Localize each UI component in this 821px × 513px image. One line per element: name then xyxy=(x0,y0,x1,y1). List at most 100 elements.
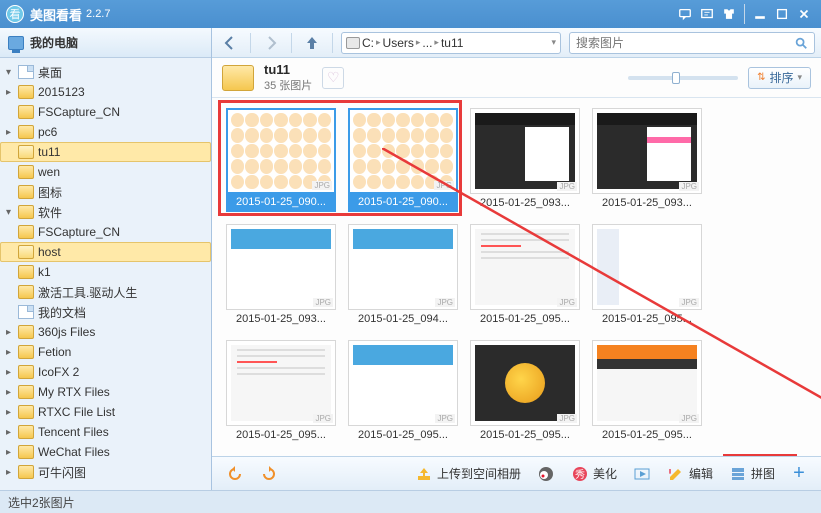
thumb-frame[interactable]: JPG xyxy=(592,340,702,426)
tree-node[interactable]: ▸My RTX Files xyxy=(0,382,211,402)
breadcrumb[interactable]: C:▸ Users▸ ...▸ tu11 ▾ xyxy=(341,32,561,54)
info-bar: tu11 35 张图片 ♡ ⇅ 排序 ▾ xyxy=(212,58,821,98)
back-button[interactable] xyxy=(218,32,242,54)
tree-node[interactable]: k1 xyxy=(0,262,211,282)
thumbnail[interactable]: JPG2015-01-25_094... xyxy=(348,224,458,328)
crumb-users[interactable]: Users xyxy=(383,36,414,50)
crumb-current[interactable]: tu11 xyxy=(441,36,463,50)
thumbnail[interactable]: JPG2015-01-25_090... xyxy=(226,108,336,212)
zoom-slider[interactable] xyxy=(628,76,738,80)
thumbnail[interactable]: JPG2015-01-25_095... xyxy=(592,340,702,444)
thumbnail[interactable]: JPG2015-01-25_095... xyxy=(348,340,458,444)
weibo-button[interactable] xyxy=(533,462,559,486)
thumb-frame[interactable]: JPG xyxy=(470,108,580,194)
edit-button[interactable]: 编辑 xyxy=(663,462,717,486)
tree-node[interactable]: ▸pc6 xyxy=(0,122,211,142)
crumb-dropdown-icon[interactable]: ▾ xyxy=(551,37,556,48)
thumb-frame[interactable]: JPG xyxy=(470,340,580,426)
expand-icon[interactable]: ▸ xyxy=(6,87,18,98)
thumbnail[interactable]: JPG2015-01-25_093... xyxy=(592,108,702,212)
thumb-frame[interactable]: JPG xyxy=(226,108,336,194)
add-button[interactable]: + xyxy=(787,462,811,486)
thumb-frame[interactable]: JPG xyxy=(348,224,458,310)
crumb-drive[interactable]: C: xyxy=(362,36,374,50)
expand-icon[interactable]: ▸ xyxy=(6,127,18,138)
tree-node[interactable]: ▾软件 xyxy=(0,202,211,222)
tree-node[interactable]: ▾桌面 xyxy=(0,62,211,82)
thumb-caption: 2015-01-25_093... xyxy=(592,194,702,212)
tree-node[interactable]: 我的文档 xyxy=(0,302,211,322)
thumbnail[interactable]: JPG2015-01-25_095... xyxy=(226,340,336,444)
close-button[interactable] xyxy=(793,5,815,23)
expand-icon[interactable]: ▸ xyxy=(6,327,18,338)
thumbnail[interactable]: JPG2015-01-25_090... xyxy=(348,108,458,212)
crumb-ellipsis[interactable]: ... xyxy=(422,36,432,50)
feedback-icon[interactable] xyxy=(696,5,718,23)
tree-node[interactable]: ▸WeChat Files xyxy=(0,442,211,462)
title-bar: 看 美图看看 2.2.7 xyxy=(0,0,821,28)
expand-icon[interactable]: ▾ xyxy=(6,67,18,78)
maximize-button[interactable] xyxy=(771,5,793,23)
page-icon xyxy=(18,305,34,319)
favorite-button[interactable]: ♡ xyxy=(322,67,344,89)
forward-button[interactable] xyxy=(259,32,283,54)
folder-icon xyxy=(18,285,34,299)
thumbnail[interactable]: JPG2015-01-25_095... xyxy=(592,224,702,328)
tree-node[interactable]: 激活工具.驱动人生 xyxy=(0,282,211,302)
expand-icon[interactable]: ▸ xyxy=(6,387,18,398)
search-box[interactable] xyxy=(569,32,815,54)
chat-icon[interactable] xyxy=(674,5,696,23)
thumb-frame[interactable]: JPG xyxy=(592,108,702,194)
tree-node[interactable]: ▸IcoFX 2 xyxy=(0,362,211,382)
expand-icon[interactable]: ▸ xyxy=(6,407,18,418)
thumbnail[interactable]: JPG2015-01-25_095... xyxy=(470,224,580,328)
tree-node[interactable]: wen xyxy=(0,162,211,182)
tree-node[interactable]: FSCapture_CN xyxy=(0,102,211,122)
beautify-button[interactable]: 秀美化 xyxy=(567,462,621,486)
folder-tree[interactable]: ▾桌面▸2015123FSCapture_CN▸pc6tu11wen图标▾软件F… xyxy=(0,58,211,490)
expand-icon[interactable]: ▸ xyxy=(6,447,18,458)
tree-node[interactable]: ▸Fetion xyxy=(0,342,211,362)
skin-icon[interactable] xyxy=(718,5,740,23)
rotate-ccw-button[interactable] xyxy=(222,462,248,486)
thumb-frame[interactable]: JPG xyxy=(226,224,336,310)
thumb-frame[interactable]: JPG xyxy=(470,224,580,310)
thumbnail[interactable]: JPG2015-01-25_093... xyxy=(470,108,580,212)
expand-icon[interactable]: ▾ xyxy=(6,207,18,218)
tree-node[interactable]: ▸ 可牛闪图 xyxy=(0,462,211,482)
expand-icon[interactable]: ▸ xyxy=(6,347,18,358)
expand-icon[interactable]: ▸ xyxy=(6,467,18,478)
search-icon[interactable] xyxy=(794,36,808,50)
thumbnail[interactable]: JPG2015-01-25_095... xyxy=(470,340,580,444)
search-input[interactable] xyxy=(576,36,794,50)
thumbnail[interactable]: JPG2015-01-25_093... xyxy=(226,224,336,328)
tree-node[interactable]: host xyxy=(0,242,211,262)
tree-label: Tencent Files xyxy=(38,425,109,439)
collage-label: 拼图 xyxy=(751,465,775,482)
thumb-caption: 2015-01-25_095... xyxy=(226,426,336,444)
sort-button[interactable]: ⇅ 排序 ▾ xyxy=(748,67,811,89)
up-button[interactable] xyxy=(300,32,324,54)
tree-label: 可牛闪图 xyxy=(38,464,86,481)
tree-node[interactable]: 图标 xyxy=(0,182,211,202)
play-button[interactable] xyxy=(629,462,655,486)
tree-node[interactable]: ▸2015123 xyxy=(0,82,211,102)
tree-node[interactable]: ▸RTXC File List xyxy=(0,402,211,422)
tree-node[interactable]: ▸360js Files xyxy=(0,322,211,342)
thumb-frame[interactable]: JPG xyxy=(226,340,336,426)
tree-node[interactable]: FSCapture_CN xyxy=(0,222,211,242)
tree-node[interactable]: tu11 xyxy=(0,142,211,162)
thumb-frame[interactable]: JPG xyxy=(348,108,458,194)
upload-button[interactable]: 上传到空间相册 xyxy=(411,462,525,486)
thumb-frame[interactable]: JPG xyxy=(592,224,702,310)
sort-label: 排序 xyxy=(769,69,793,86)
sidebar-header[interactable]: 我的电脑 xyxy=(0,28,211,58)
thumb-frame[interactable]: JPG xyxy=(348,340,458,426)
minimize-button[interactable] xyxy=(749,5,771,23)
rotate-cw-button[interactable] xyxy=(256,462,282,486)
collage-button[interactable]: 拼图 xyxy=(725,462,779,486)
expand-icon[interactable]: ▸ xyxy=(6,367,18,378)
thumb-caption: 2015-01-25_090... xyxy=(348,194,458,212)
tree-node[interactable]: ▸ Tencent Files xyxy=(0,422,211,442)
expand-icon[interactable]: ▸ xyxy=(6,427,18,438)
